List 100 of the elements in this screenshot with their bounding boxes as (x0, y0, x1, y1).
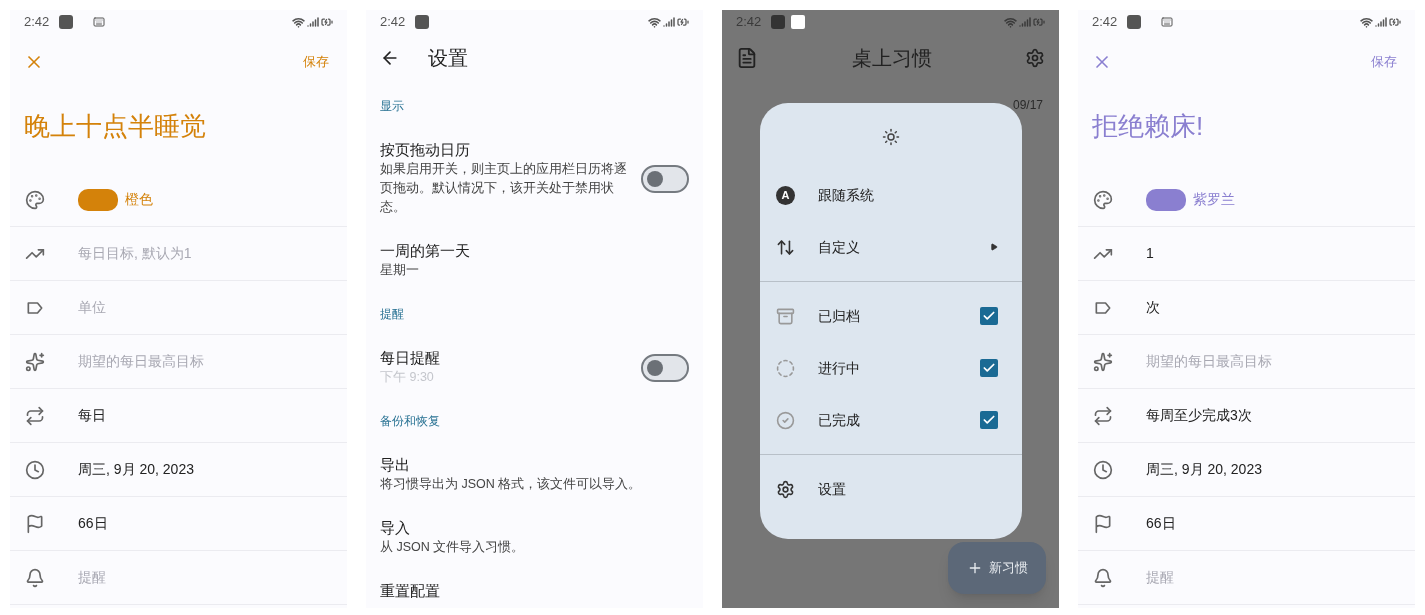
wifi-icon (648, 15, 661, 29)
item-description: 从 JSON 文件导入习惯。 (380, 539, 526, 556)
signal-icon (1019, 16, 1031, 28)
form-row[interactable]: 每周至少完成3次 (1078, 389, 1415, 443)
item-title: 每日提醒 (380, 348, 441, 368)
settings-item[interactable]: 重置配置 (366, 581, 703, 601)
field-placeholder: 单位 (78, 298, 106, 317)
notification-icon (59, 15, 74, 29)
settings-item[interactable]: 按页拖动日历 如果启用开关，则主页上的应用栏日历将逐页拖动。默认情况下，该开关处于禁用状态。 (366, 140, 703, 217)
status-time: 2:42 (24, 13, 50, 32)
battery-icon (1389, 16, 1401, 28)
toggle-switch[interactable] (641, 164, 689, 193)
settings-icon[interactable] (1025, 48, 1045, 68)
menu-item[interactable]: 设置 (760, 463, 1022, 515)
sort-icon (776, 237, 795, 257)
bell-icon (1093, 567, 1113, 588)
menu-item[interactable]: 已归档 (760, 290, 1022, 342)
color-swatch[interactable] (78, 188, 118, 211)
checkbox[interactable] (980, 411, 998, 429)
check-icon (982, 413, 996, 427)
field-placeholder: 每日目标, 默认为1 (78, 244, 192, 263)
flag-icon (1093, 513, 1113, 534)
menu-label: 进行中 (818, 358, 861, 378)
submenu-arrow-icon (990, 243, 998, 251)
color-name: 橙色 (125, 190, 153, 209)
palette-icon (25, 189, 45, 210)
menu-item[interactable]: 自定义 (760, 221, 1022, 273)
signal-icon (1375, 16, 1387, 28)
color-name: 紫罗兰 (1193, 190, 1235, 209)
field-value: 66日 (78, 514, 108, 533)
section-header: 备份和恢复 (380, 413, 440, 430)
item-title: 按页拖动日历 (380, 140, 471, 160)
form-row[interactable]: 周三, 9月 20, 2023 (1078, 443, 1415, 497)
notification-icon (791, 15, 806, 29)
battery-icon (677, 16, 689, 28)
item-description: 将习惯导出为 JSON 格式，该文件可以导入。 (380, 476, 643, 493)
archive-icon (776, 306, 795, 326)
sparkles-icon (25, 351, 45, 372)
clock-icon (1093, 459, 1113, 480)
bell-icon (25, 567, 45, 588)
new-habit-button[interactable]: 新习惯 (948, 542, 1046, 594)
app-title: 桌上习惯 (850, 46, 933, 71)
settings-icon (776, 479, 795, 499)
menu-item[interactable]: 进行中 (760, 342, 1022, 394)
settings-item[interactable]: 导出 将习惯导出为 JSON 格式，该文件可以导入。 (366, 455, 703, 494)
field-value: 每日 (78, 406, 106, 425)
form-row[interactable]: 66日 (10, 497, 347, 551)
document-icon[interactable] (736, 47, 758, 69)
field-value: 每周至少完成3次 (1146, 406, 1252, 425)
menu-label: 设置 (818, 479, 847, 499)
field-value: 次 (1146, 298, 1160, 317)
section-header: 显示 (380, 98, 404, 115)
field-value: 1 (1146, 244, 1154, 263)
settings-item[interactable]: 一周的第一天 星期一 (366, 241, 703, 280)
date-label: 09/17 (1012, 97, 1043, 114)
wifi-icon (292, 15, 305, 29)
sun-icon[interactable] (882, 128, 900, 146)
check-icon (982, 361, 996, 375)
menu-label: 跟随系统 (818, 185, 875, 205)
notification-icon (415, 15, 430, 29)
save-button[interactable]: 保存 (1367, 52, 1401, 72)
checkbox[interactable] (980, 359, 998, 377)
form-row[interactable]: 1 (1078, 227, 1415, 281)
clock-icon (25, 459, 45, 480)
signal-icon (663, 16, 675, 28)
keyboard-icon (1161, 16, 1174, 28)
wifi-icon (1360, 15, 1373, 29)
check-icon (982, 309, 996, 323)
field-placeholder: 期望的每日最高目标 (78, 352, 204, 371)
menu-label: 自定义 (818, 237, 861, 257)
status-time: 2:42 (736, 13, 762, 32)
item-title: 导入 (380, 518, 411, 538)
form-row[interactable]: 66日 (1078, 497, 1415, 551)
sparkles-icon (1093, 351, 1113, 372)
screen-title: 设置 (428, 46, 468, 71)
settings-item[interactable]: 导入 从 JSON 文件导入习惯。 (366, 518, 703, 557)
dashed-circle-icon (776, 358, 795, 378)
menu-label: 已归档 (818, 306, 861, 326)
menu-item[interactable]: A 跟随系统 (760, 169, 1022, 221)
item-title: 重置配置 (380, 581, 441, 601)
form-row[interactable]: 每日 (10, 389, 347, 443)
form-row[interactable]: 周三, 9月 20, 2023 (10, 443, 347, 497)
battery-icon (1033, 16, 1045, 28)
field-placeholder: 提醒 (78, 568, 106, 587)
item-title: 导出 (380, 455, 411, 475)
battery-icon (321, 16, 333, 28)
item-description: 星期一 (380, 262, 420, 279)
field-placeholder: 期望的每日最高目标 (1146, 352, 1272, 371)
color-swatch[interactable] (1146, 188, 1186, 211)
section-header: 提醒 (380, 306, 404, 323)
form-row[interactable]: 次 (1078, 281, 1415, 335)
menu-item[interactable]: 已完成 (760, 394, 1022, 446)
notification-icon (1127, 15, 1142, 29)
repeat-icon (25, 405, 45, 426)
palette-icon (1093, 189, 1113, 210)
menu-label: 已完成 (818, 410, 861, 430)
field-value: 周三, 9月 20, 2023 (1146, 460, 1262, 479)
repeat-icon (1093, 405, 1113, 426)
checkbox[interactable] (980, 307, 998, 325)
field-value: 66日 (1146, 514, 1176, 533)
